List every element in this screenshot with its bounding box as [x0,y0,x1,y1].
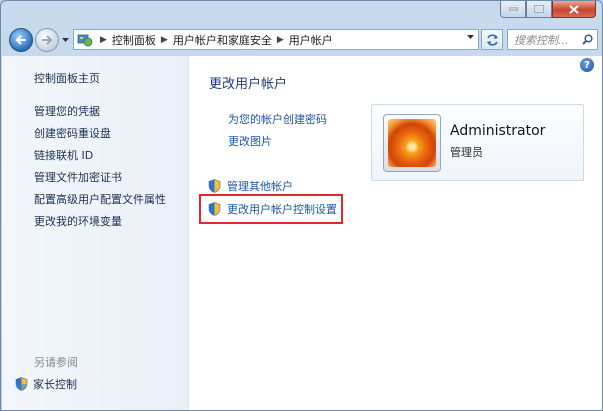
parental-controls-label: 家长控制 [33,378,77,391]
breadcrumb-user-accounts[interactable]: 用户帐户 [289,32,333,48]
page-title: 更改用户帐户 [209,77,288,92]
forward-button[interactable] [35,28,59,52]
avatar [383,114,441,172]
maximize-icon [534,5,544,13]
sidebar-item-manage-encryption-certificates[interactable]: 管理文件加密证书 [34,169,122,185]
shield-icon [15,377,28,391]
close-button[interactable] [552,1,596,18]
change-picture-link[interactable]: 更改图片 [228,133,272,149]
maximize-button[interactable] [526,1,552,18]
help-button[interactable]: ? [580,58,594,72]
minimize-button[interactable] [500,1,526,18]
caption-buttons [500,1,596,18]
forward-arrow-icon [42,35,53,45]
breadcrumb-separator: ▶ [160,34,168,45]
search-placeholder: 搜索控制... [514,33,569,47]
sidebar-item-control-panel-home[interactable]: 控制面板主页 [34,70,100,86]
content-area: 控制面板主页 管理您的凭据 创建密码重设盘 链接联机 ID 管理文件加密证书 配… [2,56,602,410]
control-panel-window: ▶ 控制面板 ▶ 用户帐户和家庭安全 ▶ 用户帐户 搜索控制... 控制面板主页… [0,0,603,411]
manage-other-accounts-link[interactable]: 管理其他帐户 [208,178,293,194]
breadcrumb-user-accounts-family-safety[interactable]: 用户帐户和家庭安全 [173,32,272,48]
help-icon: ? [584,59,590,71]
create-password-link[interactable]: 为您的帐户创建密码 [228,111,327,127]
breadcrumb-control-panel[interactable]: 控制面板 [112,32,156,48]
back-arrow-icon [15,35,26,45]
sidebar-item-advanced-profile-properties[interactable]: 配置高级用户配置文件属性 [34,191,166,207]
sidebar-item-change-environment-variables[interactable]: 更改我的环境变量 [34,213,122,229]
flower-picture-icon [388,119,436,167]
user-role: 管理员 [450,146,483,159]
back-button[interactable] [9,28,33,52]
sidebar: 控制面板主页 管理您的凭据 创建密码重设盘 链接联机 ID 管理文件加密证书 配… [2,56,189,410]
refresh-icon [486,33,498,46]
refresh-button[interactable] [481,29,503,50]
recent-pages-dropdown[interactable] [60,33,70,47]
sidebar-item-parental-controls[interactable]: 家长控制 [15,376,77,392]
highlight-annotation [199,194,343,224]
shield-icon [208,179,221,193]
user-name: Administrator [450,123,546,139]
user-account-card: Administrator 管理员 [371,104,584,181]
search-input[interactable]: 搜索控制... [507,29,598,50]
navigation-bar: ▶ 控制面板 ▶ 用户帐户和家庭安全 ▶ 用户帐户 搜索控制... [9,27,598,53]
manage-other-accounts-label: 管理其他帐户 [227,180,293,193]
search-icon[interactable] [582,34,593,45]
breadcrumb-separator: ▶ [276,34,284,45]
address-bar[interactable]: ▶ 控制面板 ▶ 用户帐户和家庭安全 ▶ 用户帐户 [73,29,479,50]
sidebar-item-create-password-reset-disk[interactable]: 创建密码重设盘 [34,125,111,141]
chevron-down-icon [61,38,69,42]
address-dropdown-icon[interactable] [467,35,474,39]
sidebar-item-manage-credentials[interactable]: 管理您的凭据 [34,103,100,119]
breadcrumb-separator: ▶ [100,34,107,45]
minimize-icon [508,7,518,11]
close-icon [569,4,579,14]
see-also-heading: 另请参阅 [34,356,78,369]
control-panel-icon [77,34,93,46]
sidebar-item-link-online-id[interactable]: 链接联机 ID [34,147,93,163]
